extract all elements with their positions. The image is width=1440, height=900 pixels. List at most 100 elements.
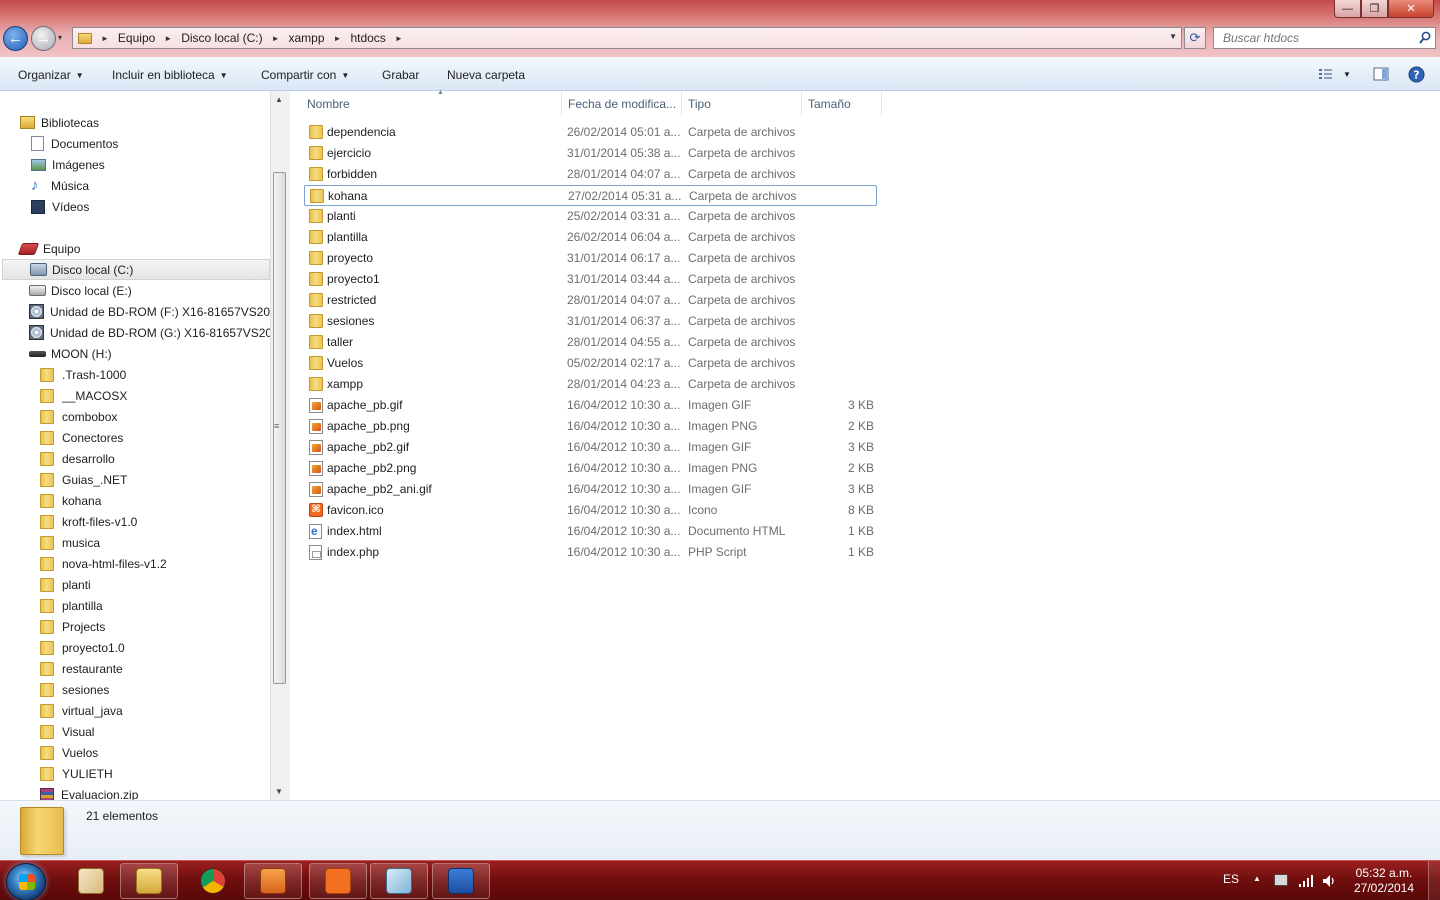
refresh-button[interactable]: ⟳ <box>1184 27 1206 49</box>
breadcrumb-xampp[interactable]: xampp <box>289 31 325 45</box>
file-row[interactable]: apache_pb.png 16/04/2012 10:30 a... Imagen… <box>304 416 877 437</box>
nav-item-drive[interactable]: MOON (H:) <box>29 343 112 364</box>
search-box[interactable] <box>1213 27 1436 49</box>
new-folder-button[interactable]: Nueva carpeta <box>447 68 525 82</box>
nav-item-drive[interactable]: Disco local (C:) <box>2 259 270 280</box>
taskbar-app-word[interactable] <box>432 863 490 899</box>
nav-item-drive[interactable]: Disco local (E:) <box>29 280 132 301</box>
show-desktop-button[interactable] <box>1428 861 1440 900</box>
file-row[interactable]: ⌘ favicon.ico 16/04/2012 10:30 a... Icono 8 … <box>304 500 877 521</box>
nav-item-folder[interactable]: Vuelos <box>40 742 98 763</box>
column-header-name[interactable]: Nombre ▲ <box>301 89 562 116</box>
breadcrumb-disco-c[interactable]: Disco local (C:) <box>181 31 262 45</box>
file-row[interactable]: apache_pb2_ani.gif 16/04/2012 10:30 a... I… <box>304 479 877 500</box>
nav-item-folder[interactable]: combobox <box>40 406 117 427</box>
nav-item-bibliotecas[interactable]: Bibliotecas <box>20 112 99 133</box>
clock[interactable]: 05:32 a.m. 27/02/2014 <box>1348 866 1420 896</box>
file-row[interactable]: proyecto1 31/01/2014 03:44 a... Carpeta de… <box>304 269 877 290</box>
include-in-library-menu[interactable]: Incluir en biblioteca ▼ <box>112 68 228 82</box>
nav-item-folder[interactable]: planti <box>40 574 91 595</box>
column-header-size[interactable]: Tamaño <box>802 91 882 116</box>
maximize-button[interactable]: ❐ <box>1361 0 1388 18</box>
file-row[interactable]: proyecto 31/01/2014 06:17 a... Carpeta de … <box>304 248 877 269</box>
nav-item-folder[interactable]: virtual_java <box>40 700 123 721</box>
nav-item-videos[interactable]: Vídeos <box>31 196 89 217</box>
file-row[interactable]: xampp 28/01/2014 04:23 a... Carpeta de arc… <box>304 374 877 395</box>
file-row[interactable]: taller 28/01/2014 04:55 a... Carpeta de ar… <box>304 332 877 353</box>
column-header-type[interactable]: Tipo <box>682 91 802 116</box>
volume-icon[interactable] <box>1322 874 1337 888</box>
column-header-date[interactable]: Fecha de modifica... <box>562 91 682 116</box>
nav-item-folder[interactable]: nova-html-files-v1.2 <box>40 553 167 574</box>
network-icon[interactable] <box>1274 874 1288 886</box>
nav-item-folder[interactable]: .Trash-1000 <box>40 364 126 385</box>
nav-item-folder[interactable]: musica <box>40 532 100 553</box>
recent-pages-dropdown[interactable]: ▾ <box>58 33 62 42</box>
taskbar-app-notepad[interactable] <box>370 863 428 899</box>
file-row[interactable]: sesiones 31/01/2014 06:37 a... Carpeta de … <box>304 311 877 332</box>
nav-item-imagenes[interactable]: Imágenes <box>31 154 105 175</box>
show-hidden-icons-icon[interactable]: ▲ <box>1253 874 1261 883</box>
file-row[interactable]: planti 25/02/2014 03:31 a... Carpeta de ar… <box>304 206 877 227</box>
nav-item-folder[interactable]: proyecto1.0 <box>40 637 125 658</box>
taskbar-app-xampp[interactable] <box>309 863 367 899</box>
organize-menu[interactable]: Organizar ▼ <box>18 68 84 82</box>
nav-item-folder[interactable]: Guias_.NET <box>40 469 127 490</box>
nav-item-folder[interactable]: sesiones <box>40 679 109 700</box>
file-row[interactable]: apache_pb2.gif 16/04/2012 10:30 a... Image… <box>304 437 877 458</box>
nav-item-folder[interactable]: __MACOSX <box>40 385 127 406</box>
breadcrumb-htdocs[interactable]: htdocs <box>350 31 385 45</box>
view-options-dropdown[interactable]: ▼ <box>1343 70 1351 79</box>
file-row[interactable]: kohana 27/02/2014 05:31 a... Carpeta de ar… <box>304 185 877 206</box>
preview-pane-icon[interactable] <box>1373 67 1389 81</box>
nav-item-folder[interactable]: desarrollo <box>40 448 115 469</box>
file-row[interactable]: ejercicio 31/01/2014 05:38 a... Carpeta de… <box>304 143 877 164</box>
taskbar-app-paint[interactable] <box>62 863 120 899</box>
search-icon[interactable] <box>1419 31 1431 45</box>
file-row[interactable]: index.php 16/04/2012 10:30 a... PHP Script… <box>304 542 877 563</box>
address-dropdown-icon[interactable]: ▼ <box>1169 32 1177 41</box>
minimize-button[interactable]: — <box>1334 0 1361 18</box>
nav-item-folder[interactable]: restaurante <box>40 658 123 679</box>
search-input[interactable] <box>1223 31 1413 45</box>
language-indicator[interactable]: ES <box>1223 872 1239 886</box>
file-row[interactable]: restricted 28/01/2014 04:07 a... Carpeta d… <box>304 290 877 311</box>
signal-icon[interactable] <box>1298 874 1314 887</box>
file-row[interactable]: index.html 16/04/2012 10:30 a... Documento… <box>304 521 877 542</box>
help-icon[interactable]: ? <box>1408 66 1425 83</box>
nav-item-folder[interactable]: kohana <box>40 490 101 511</box>
breadcrumb-equipo[interactable]: Equipo <box>118 31 155 45</box>
navigation-scrollbar[interactable]: ▲ ≡ ▼ <box>270 91 287 800</box>
file-row[interactable]: Vuelos 05/02/2014 02:17 a... Carpeta de ar… <box>304 353 877 374</box>
share-with-menu[interactable]: Compartir con ▼ <box>261 68 349 82</box>
file-row[interactable]: apache_pb2.png 16/04/2012 10:30 a... Image… <box>304 458 877 479</box>
breadcrumb-separator[interactable]: ► <box>334 34 342 43</box>
file-row[interactable]: apache_pb.gif 16/04/2012 10:30 a... Imagen… <box>304 395 877 416</box>
scroll-up-arrow[interactable]: ▲ <box>275 95 283 104</box>
nav-item-folder[interactable]: Visual <box>40 721 94 742</box>
nav-item-folder[interactable]: YULIETH <box>40 763 113 784</box>
taskbar-app-media-player[interactable] <box>244 863 302 899</box>
file-row[interactable]: forbidden 28/01/2014 04:07 a... Carpeta de… <box>304 164 877 185</box>
nav-item-folder[interactable]: Conectores <box>40 427 123 448</box>
breadcrumb-separator[interactable]: ► <box>395 34 403 43</box>
taskbar-app-chrome[interactable] <box>184 863 242 899</box>
nav-item-folder[interactable]: kroft-files-v1.0 <box>40 511 137 532</box>
breadcrumb-separator[interactable]: ► <box>272 34 280 43</box>
file-row[interactable]: dependencia 26/02/2014 05:01 a... Carpeta … <box>304 122 877 143</box>
nav-item-musica[interactable]: ♪ Música <box>31 175 89 196</box>
nav-item-drive[interactable]: Unidad de BD-ROM (G:) X16-81657VS2010 <box>29 322 285 343</box>
change-view-icon[interactable] <box>1318 68 1334 81</box>
nav-item-folder[interactable]: Evaluacion.zip <box>40 784 138 800</box>
close-button[interactable]: ✕ <box>1388 0 1434 18</box>
scroll-down-arrow[interactable]: ▼ <box>275 787 283 796</box>
back-button[interactable]: ← <box>3 26 28 51</box>
breadcrumb-separator[interactable]: ► <box>101 34 109 43</box>
nav-item-equipo[interactable]: Equipo <box>17 238 80 259</box>
breadcrumb-separator[interactable]: ► <box>164 34 172 43</box>
start-button[interactable] <box>6 863 46 900</box>
address-bar[interactable]: ► Equipo ► Disco local (C:) ► xampp ► ht… <box>72 27 1182 49</box>
nav-item-folder[interactable]: plantilla <box>40 595 103 616</box>
burn-button[interactable]: Grabar <box>382 68 419 82</box>
forward-button[interactable]: → <box>31 26 56 51</box>
